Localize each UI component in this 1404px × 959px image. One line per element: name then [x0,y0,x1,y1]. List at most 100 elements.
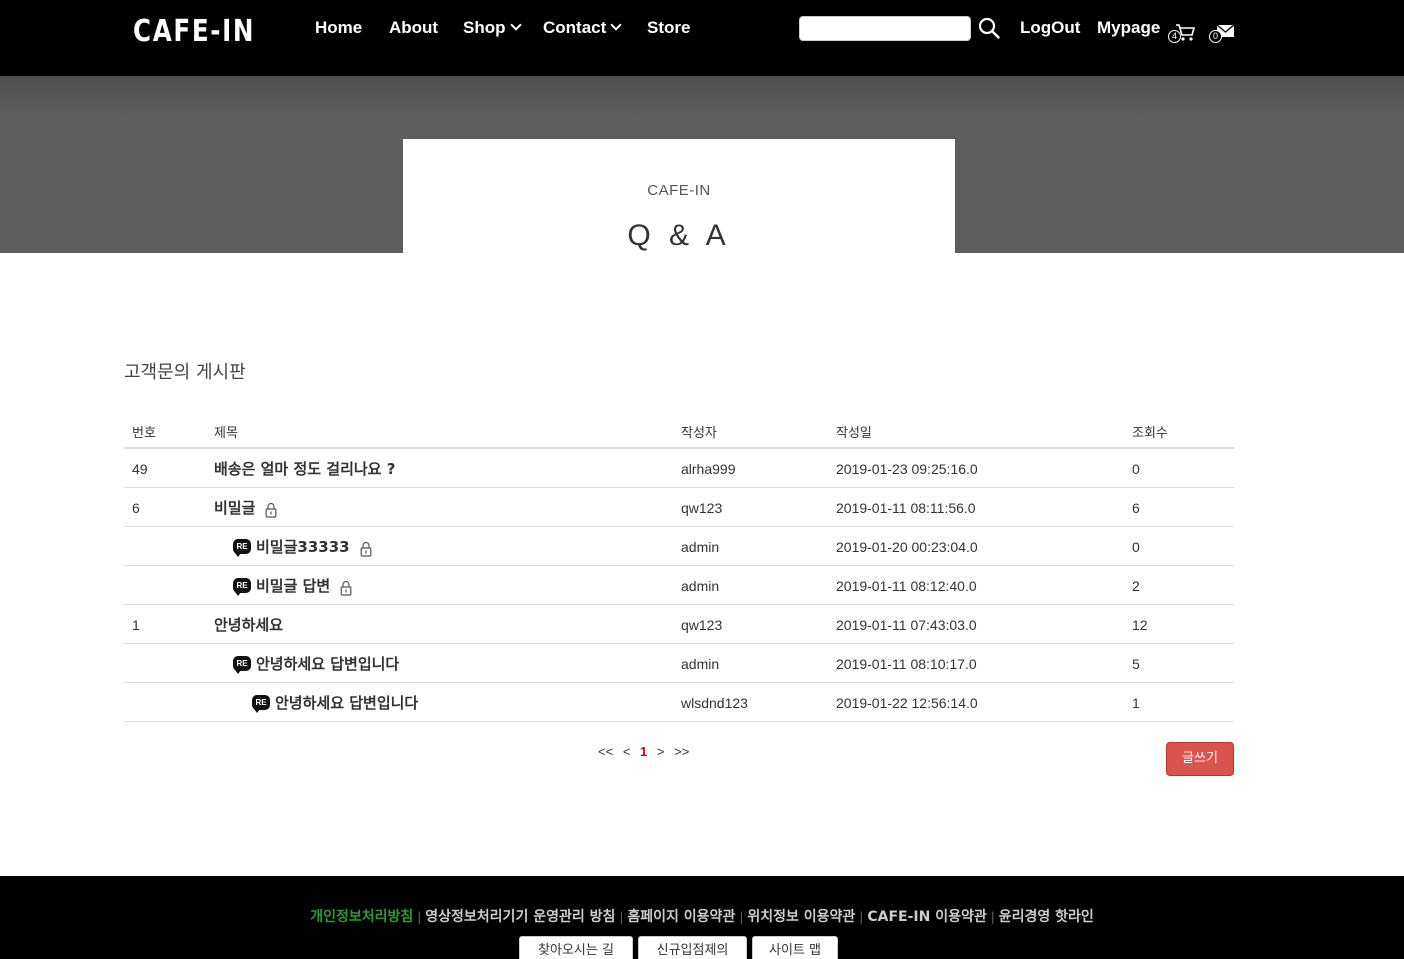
chevron-down-icon [610,19,622,31]
lock-icon [360,541,372,557]
cell-writer: qw123 [681,500,723,516]
subject-text: 배송은 얼마 정도 걸리나요 ? [214,460,396,478]
cell-writer: wlsdnd123 [681,695,748,711]
next-page-link[interactable]: > [657,744,665,759]
nav-shop[interactable]: Shop [463,18,522,38]
cell-number: 49 [132,461,148,477]
footer-link-location[interactable]: 위치정보 이용약관 [747,909,855,925]
hero-subtitle: CAFE-IN [647,182,711,199]
subject-text: 안녕하세요 답변입니다 [256,655,400,673]
nav-home[interactable]: Home [315,18,362,38]
subject-text: 비밀글33333 [256,538,350,556]
table-row: 49 배송은 얼마 정도 걸리나요 ? alrha999 2019-01-23 09:… [124,449,1234,488]
footer-separator: | [990,910,995,924]
cell-date: 2019-01-11 08:12:40.0 [836,578,977,594]
cell-views: 12 [1132,617,1148,633]
write-button[interactable]: 글쓰기 [1166,742,1234,776]
footer-link-terms[interactable]: 홈페이지 이용약관 [627,909,735,925]
hero-card: CAFE-IN Q & A [403,139,955,253]
search-icon[interactable] [978,17,1000,39]
col-writer: 작성자 [681,426,717,441]
current-page[interactable]: 1 [640,744,647,759]
pagination: << < 1 > >> [598,744,695,759]
first-page-link[interactable]: << [598,744,613,759]
footer-separator: | [417,910,422,924]
cell-views: 2 [1132,578,1140,594]
search-input[interactable] [799,16,971,41]
subject-text: 비밀글 [214,499,256,517]
cell-date: 2019-01-22 12:56:14.0 [836,695,978,711]
cell-subject-link[interactable]: 안녕하세요 [214,614,283,635]
cell-date: 2019-01-23 09:25:16.0 [836,461,978,477]
cell-subject-link[interactable]: 배송은 얼마 정도 걸리나요 ? [214,458,395,479]
cell-date: 2019-01-20 00:23:04.0 [836,539,978,555]
cell-views: 5 [1132,656,1140,672]
sitemap-button[interactable]: 사이트 맵 [752,936,838,959]
board-title: 고객문의 게시판 [124,362,246,383]
lock-icon [265,502,277,518]
table-row: 6 비밀글 qw123 2019-01-11 08:11:56.0 6 [124,488,1234,527]
cell-subject-link[interactable]: RE 안녕하세요 답변입니다 [233,653,399,674]
table-header: 번호 제목 작성자 작성일 조회수 [124,412,1234,449]
footer-link-cafein-terms[interactable]: CAFE-IN 이용약관 [867,909,986,925]
cell-writer: admin [681,656,720,672]
chevron-down-icon [509,19,522,31]
footer-link-privacy[interactable]: 개인정보처리방침 [310,909,413,925]
cell-writer: admin [681,539,720,555]
cell-subject-link[interactable]: RE 안녕하세요 답변입니다 [252,692,418,713]
col-number: 번호 [132,426,156,441]
nav-contact[interactable]: Contact [543,18,622,38]
mypage-link[interactable]: Mypage [1097,18,1160,38]
nav-about[interactable]: About [389,18,438,38]
last-page-link[interactable]: >> [674,744,689,759]
cell-writer: admin [681,578,720,594]
nav-shop-label: Shop [463,18,506,37]
footer-separator: | [739,910,744,924]
directions-button[interactable]: 찾아오시는 길 [519,936,633,959]
cell-views: 6 [1132,500,1140,516]
nav-contact-label: Contact [543,18,607,37]
page-title: Q & A [627,219,731,252]
footer-separator: | [619,910,624,924]
table-row: RE 비밀글 답변 admin 2019-01-11 08:12:40.0 2 [124,566,1234,605]
cell-writer: qw123 [681,617,723,633]
reply-icon: RE [233,578,251,596]
subject-text: 안녕하세요 답변입니다 [275,694,419,712]
cell-views: 0 [1132,539,1140,555]
logo[interactable]: CAFE-IN [133,14,255,49]
reply-icon: RE [233,539,251,557]
footer-link-cctv[interactable]: 영상정보처리기기 운영관리 방침 [425,909,615,925]
cell-writer: alrha999 [681,461,736,477]
subject-text: 비밀글 답변 [256,577,331,595]
cell-number: 1 [132,617,140,633]
footer-links: 개인정보처리방침 | 영상정보처리기기 운영관리 방침 | 홈페이지 이용약관 | 위치정보… [0,906,1404,926]
cell-date: 2019-01-11 08:10:17.0 [836,656,977,672]
cell-views: 0 [1132,461,1140,477]
footer-link-ethics[interactable]: 윤리경영 핫라인 [999,909,1094,925]
cell-subject-link[interactable]: 비밀글 [214,497,277,518]
footer-separator: | [859,910,864,924]
cell-views: 1 [1132,695,1140,711]
store-proposal-button[interactable]: 신규입점제의 [638,936,747,959]
subject-text: 안녕하세요 [214,616,284,634]
cell-subject-link[interactable]: RE 비밀글33333 [233,536,372,557]
cart-count-badge: 4 [1168,30,1181,43]
table-row: RE 안녕하세요 답변입니다 admin 2019-01-11 08:10:17.0 5 [124,644,1234,683]
top-navbar: CAFE-IN Home About Shop Contact Store Lo… [0,0,1404,76]
lock-icon [340,580,352,596]
cell-number: 6 [132,500,140,516]
nav-store[interactable]: Store [647,18,690,38]
col-date: 작성일 [836,426,872,441]
col-subject: 제목 [214,426,238,441]
table-row: RE 비밀글33333 admin 2019-01-20 00:23:04.0 0 [124,527,1234,566]
footer: 개인정보처리방침 | 영상정보처리기기 운영관리 방침 | 홈페이지 이용약관 | 위치정보… [0,876,1404,959]
cell-subject-link[interactable]: RE 비밀글 답변 [233,575,352,596]
table-row: RE 안녕하세요 답변입니다 wlsdnd123 2019-01-22 12:56:1… [124,683,1234,722]
cell-date: 2019-01-11 08:11:56.0 [836,500,976,516]
logout-link[interactable]: LogOut [1020,18,1080,38]
prev-page-link[interactable]: < [623,744,631,759]
reply-icon: RE [252,695,270,713]
cell-date: 2019-01-11 07:43:03.0 [836,617,977,633]
reply-icon: RE [233,656,251,674]
table-row: 1 안녕하세요 qw123 2019-01-11 07:43:03.0 12 [124,605,1234,644]
